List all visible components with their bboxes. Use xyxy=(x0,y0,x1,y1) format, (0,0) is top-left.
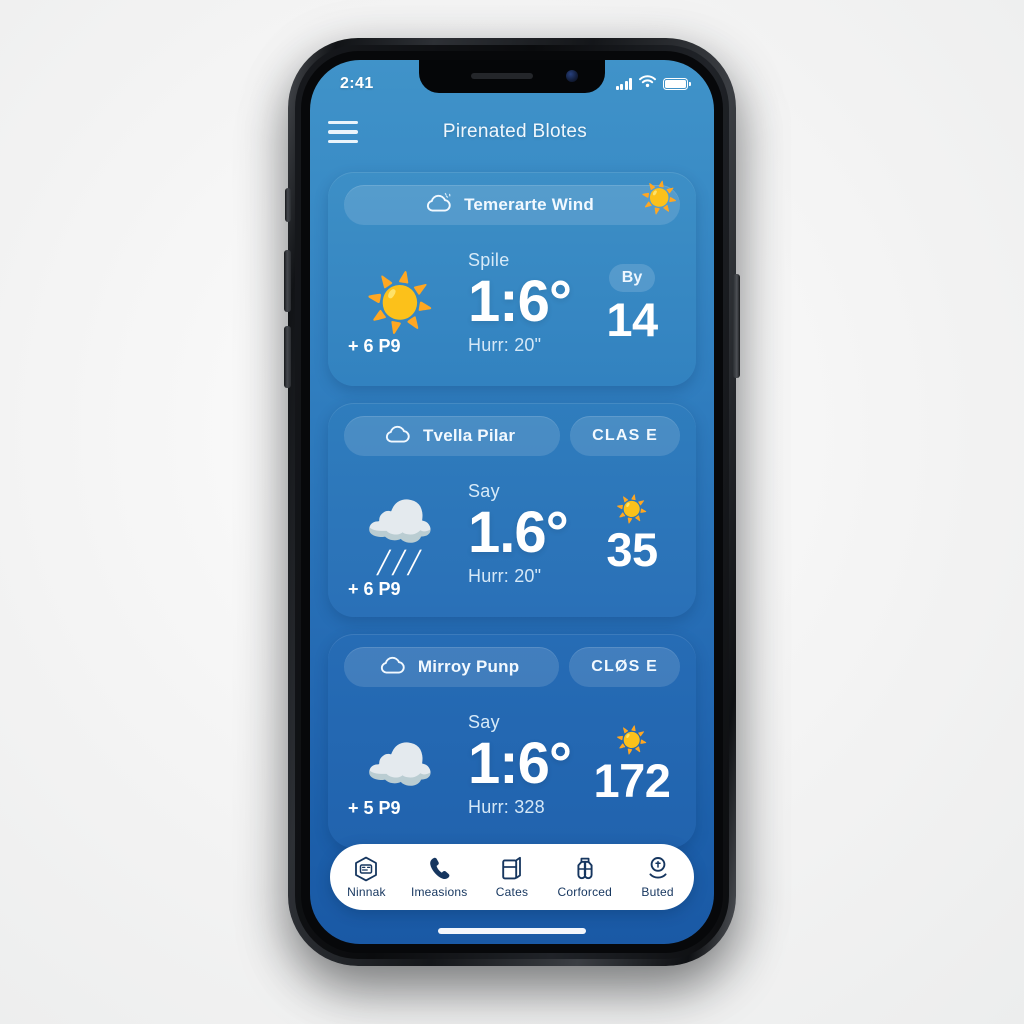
phone-device-frame: 2:41 Pirenated Blotes Temerarte Wind ☀️ … xyxy=(284,38,740,966)
nav-item-ninnak[interactable]: Ninnak xyxy=(331,856,401,899)
card-condition-glyph-column: ☀️ + 6 P9 xyxy=(346,271,454,357)
card-body: ☀️ + 6 P9 Spile 1:6° Hurr: 20" By 14 xyxy=(328,228,696,386)
card-extra-label: + 6 P9 xyxy=(348,579,401,599)
earpiece-speaker xyxy=(471,73,533,79)
card-title-label: Tvella Pilar xyxy=(422,426,516,445)
card-condition-glyph-column: ☁️ ╱╱╱ + 6 P9 xyxy=(346,490,454,600)
card-right-number: 35 xyxy=(606,522,658,576)
cloud-outline-icon xyxy=(383,423,413,449)
card-extra-label: + 5 P9 xyxy=(348,798,401,818)
card-temperature-column: Say 1.6° Hurr: 20" xyxy=(454,481,586,586)
battery-full-icon xyxy=(663,78,691,90)
card-stack-icon xyxy=(501,856,523,882)
front-camera-icon xyxy=(566,70,578,82)
nav-label: Corforced xyxy=(557,884,613,899)
sun-icon: ☀️ xyxy=(615,724,649,755)
power-button[interactable] xyxy=(733,274,740,378)
nav-label: Buted xyxy=(641,884,674,899)
weather-card[interactable]: Temerarte Wind ☀️ ☀️ + 6 P9 Spile 1:6° H… xyxy=(328,172,696,386)
rain-drops-icon: ╱╱╱ xyxy=(377,550,423,575)
sun-icon: ☀️ xyxy=(640,182,678,215)
card-header: Tvella Pilar CLAS E xyxy=(344,416,680,456)
weather-card[interactable]: Mirroy Punp CLØS E ☁️ + 5 P9 Say 1:6° Hu… xyxy=(328,634,696,848)
cellular-signal-icon xyxy=(615,78,632,90)
card-title-pill[interactable]: Temerarte Wind xyxy=(344,185,680,225)
display-notch xyxy=(419,60,605,93)
card-right-column: ☀️ 35 xyxy=(586,496,678,573)
status-icons xyxy=(615,75,691,93)
cloud-outline-icon xyxy=(424,192,454,218)
card-temp-value: 1.6° xyxy=(468,500,569,566)
hamburger-menu-icon[interactable] xyxy=(328,120,374,144)
card-tag-pill[interactable]: CLØS E xyxy=(569,647,680,687)
page-title: Pirenated Blotes xyxy=(442,121,588,142)
card-extra-label: + 6 P9 xyxy=(348,336,401,356)
card-body: ☁️ + 5 P9 Say 1:6° Hurr: 328 ☀️ 172 xyxy=(328,690,696,848)
silence-switch-button[interactable] xyxy=(285,188,291,222)
cloud-icon: ☁️ xyxy=(365,733,435,796)
volume-up-button[interactable] xyxy=(284,250,291,312)
card-temp-label: Spile xyxy=(468,250,510,271)
sun-icon: ☀️ xyxy=(365,271,435,334)
card-condition-glyph-column: ☁️ + 5 P9 xyxy=(346,733,454,819)
app-bar: Pirenated Blotes xyxy=(310,104,714,160)
cloud-outline-icon xyxy=(378,654,408,680)
nav-label: Imeasions xyxy=(410,884,468,899)
location-pin-icon xyxy=(646,856,670,882)
phone-handset-icon xyxy=(428,856,451,882)
card-temp-label: Say xyxy=(468,712,500,733)
card-temp-label: Say xyxy=(468,481,500,502)
bottom-navigation-bar: Ninnak Imeasions Cates Corforced Buted xyxy=(330,844,694,910)
card-temp-value: 1:6° xyxy=(468,731,572,797)
card-temp-sublabel: Hurr: 20" xyxy=(468,334,542,355)
card-right-column: ☀️ 172 xyxy=(586,727,678,804)
page-root: 2:41 Pirenated Blotes Temerarte Wind ☀️ … xyxy=(0,0,1024,1024)
rain-cloud-icon: ☁️ xyxy=(365,490,435,553)
hexagon-badge-icon xyxy=(354,856,378,882)
nav-label: Cates xyxy=(495,884,529,899)
wifi-icon xyxy=(639,75,656,93)
binoculars-icon xyxy=(572,856,598,882)
nav-item-corforced[interactable]: Corforced xyxy=(550,856,620,899)
card-temperature-column: Spile 1:6° Hurr: 20" xyxy=(454,250,586,355)
card-title-label: Temerarte Wind xyxy=(464,195,594,214)
card-title-label: Mirroy Punp xyxy=(417,657,520,676)
phone-screen: 2:41 Pirenated Blotes Temerarte Wind ☀️ … xyxy=(310,60,714,944)
card-temp-value: 1:6° xyxy=(468,269,572,335)
card-tag-pill[interactable]: CLAS E xyxy=(570,416,680,456)
card-header: Mirroy Punp CLØS E xyxy=(344,647,680,687)
status-time: 2:41 xyxy=(340,75,374,92)
weather-card[interactable]: Tvella Pilar CLAS E ☁️ ╱╱╱ + 6 P9 Say 1.… xyxy=(328,403,696,617)
card-header: Temerarte Wind xyxy=(344,185,680,225)
nav-item-imeasions[interactable]: Imeasions xyxy=(404,856,474,899)
sun-icon: ☀️ xyxy=(615,493,649,524)
card-title-pill[interactable]: Tvella Pilar xyxy=(344,416,561,456)
nav-item-buted[interactable]: Buted xyxy=(623,856,693,899)
card-right-number: 172 xyxy=(593,753,671,807)
status-badge: By xyxy=(608,263,656,292)
card-temp-sublabel: Hurr: 328 xyxy=(468,796,545,817)
weather-card-list: Temerarte Wind ☀️ ☀️ + 6 P9 Spile 1:6° H… xyxy=(310,164,714,848)
nav-item-cates[interactable]: Cates xyxy=(477,856,547,899)
card-body: ☁️ ╱╱╱ + 6 P9 Say 1.6° Hurr: 20" ☀️ 35 xyxy=(328,459,696,617)
home-indicator[interactable] xyxy=(438,928,586,934)
nav-label: Ninnak xyxy=(347,884,386,899)
card-temperature-column: Say 1:6° Hurr: 328 xyxy=(454,712,586,817)
card-right-number: 14 xyxy=(606,292,658,346)
card-title-pill[interactable]: Mirroy Punp xyxy=(344,647,560,687)
volume-down-button[interactable] xyxy=(284,326,291,388)
card-right-column: By 14 xyxy=(586,263,678,346)
card-temp-sublabel: Hurr: 20" xyxy=(468,565,542,586)
